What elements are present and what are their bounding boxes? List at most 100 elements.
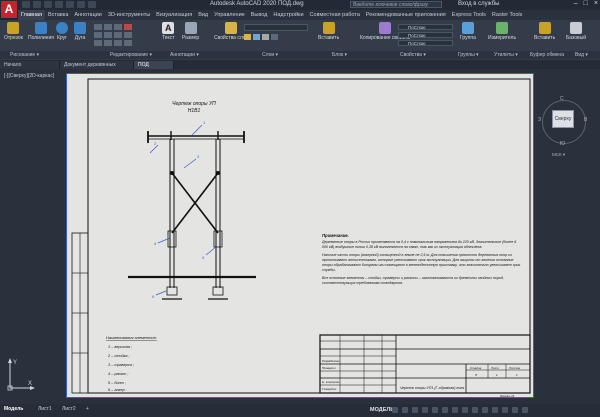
maximize-button[interactable]: □ <box>584 0 588 7</box>
line-button[interactable]: Отрезок <box>4 22 23 41</box>
save-icon[interactable] <box>44 1 52 8</box>
viewcube[interactable]: С Ю З В Сверху МСК ▾ <box>538 96 590 157</box>
erase-icon[interactable] <box>124 24 132 30</box>
otrack-icon[interactable] <box>442 407 448 413</box>
panel-groups[interactable]: Группы ▾ <box>458 52 479 58</box>
polar-icon[interactable] <box>422 407 428 413</box>
panel-draw[interactable]: Рисование ▾ <box>10 52 39 58</box>
signin-button[interactable]: Вход в службы <box>458 1 500 7</box>
customize-menu-icon[interactable] <box>522 407 528 413</box>
snap-icon[interactable] <box>402 407 408 413</box>
insert-block-button[interactable]: Вставить <box>318 22 339 41</box>
isolate-icon[interactable] <box>492 407 498 413</box>
compass-east[interactable]: В <box>584 117 587 123</box>
compass-west[interactable]: З <box>538 117 541 123</box>
panel-modify[interactable]: Редактирование ▾ <box>110 52 152 58</box>
text-button[interactable]: A Текст <box>162 22 175 41</box>
drawing-sheet[interactable]: Чертеж опоры УП Н1В1 1 2 3 4 5 6 Примеча… <box>66 73 534 398</box>
arc-button[interactable]: Дуга <box>74 22 86 41</box>
panel-block[interactable]: Блок ▾ <box>332 52 347 58</box>
layer-freeze-icon[interactable] <box>253 34 260 40</box>
ribbon-tab-output[interactable]: Вывод <box>248 10 271 20</box>
group-button[interactable]: Группа <box>460 22 476 41</box>
measure-button[interactable]: Измеритель <box>488 22 516 41</box>
panel-layers[interactable]: Слои ▾ <box>262 52 278 58</box>
layer-match-icon[interactable] <box>271 34 278 40</box>
mirror-icon[interactable] <box>104 32 112 38</box>
ribbon-tab-render[interactable]: Визуализация <box>153 10 195 20</box>
fillet-icon[interactable] <box>114 32 122 38</box>
ribbon-tab-home[interactable]: Главная <box>18 10 45 20</box>
compass-south[interactable]: Ю <box>560 141 565 147</box>
add-layout-button[interactable]: + <box>86 406 89 412</box>
base-view-button[interactable]: Базовый <box>566 22 586 41</box>
layout-tab-sheet1[interactable]: Лист1 <box>38 406 52 412</box>
panel-annotation[interactable]: Аннотации ▾ <box>170 52 199 58</box>
redo-icon[interactable] <box>88 1 96 8</box>
annotation-scale-icon[interactable] <box>472 407 478 413</box>
linetype-dropdown[interactable]: ПоСлою <box>398 40 453 46</box>
model-space-toggle[interactable]: МОДЕЛЬ <box>370 407 394 413</box>
stretch-icon[interactable] <box>94 40 102 46</box>
ribbon-tab-3d[interactable]: 3D-инструменты <box>105 10 153 20</box>
hardware-accel-icon[interactable] <box>502 407 508 413</box>
copy-icon[interactable] <box>94 32 102 38</box>
grid-icon[interactable] <box>392 407 398 413</box>
viewcube-face-top[interactable]: Сверху <box>552 110 574 128</box>
viewport-controls[interactable]: [-][Сверху][2D-каркас] <box>4 73 54 79</box>
lineweight-dropdown[interactable]: ПоСлою <box>398 32 453 38</box>
move-icon[interactable] <box>94 24 102 30</box>
array-icon[interactable] <box>114 40 122 46</box>
quick-access-toolbar[interactable] <box>22 1 96 9</box>
app-logo-button[interactable]: A <box>1 1 17 18</box>
rotate-icon[interactable] <box>104 24 112 30</box>
osnap-icon[interactable] <box>432 407 438 413</box>
tab-pod[interactable]: ПОД <box>134 61 174 69</box>
dimension-button[interactable]: Размер <box>182 22 199 41</box>
saveas-icon[interactable] <box>55 1 63 8</box>
color-dropdown[interactable]: ПоСлою <box>398 24 453 30</box>
panel-view[interactable]: Вид ▾ <box>575 52 588 58</box>
ortho-icon[interactable] <box>412 407 418 413</box>
ribbon-tab-addins[interactable]: Надстройки <box>270 10 306 20</box>
ribbon-tab-annotate[interactable]: Аннотации <box>71 10 105 20</box>
panel-utilities[interactable]: Утилиты ▾ <box>494 52 518 58</box>
ribbon-tab-collaborate[interactable]: Совместная работа <box>307 10 363 20</box>
layout-tab-sheet2[interactable]: Лист2 <box>62 406 76 412</box>
layout-tab-model[interactable]: Модель <box>4 406 23 412</box>
close-button[interactable]: × <box>594 0 598 7</box>
undo-icon[interactable] <box>77 1 85 8</box>
clean-screen-icon[interactable] <box>512 407 518 413</box>
stamp-value-sheets: 1 <box>516 373 518 377</box>
wcs-dropdown[interactable]: МСК ▾ <box>552 152 565 158</box>
explode-icon[interactable] <box>124 32 132 38</box>
workspace-gear-icon[interactable] <box>482 407 488 413</box>
print-icon[interactable] <box>66 1 74 8</box>
open-icon[interactable] <box>33 1 41 8</box>
lineweight-icon[interactable] <box>452 407 458 413</box>
ribbon-tab-raster[interactable]: Raster Tools <box>489 10 525 20</box>
polyline-button[interactable]: Полилиния <box>28 22 54 41</box>
transparency-icon[interactable] <box>462 407 468 413</box>
panel-properties[interactable]: Свойства ▾ <box>400 52 426 58</box>
offset-icon[interactable] <box>124 40 132 46</box>
paste-button[interactable]: Вставить <box>534 22 555 41</box>
layer-dropdown[interactable] <box>244 24 308 31</box>
panel-clipboard[interactable]: Буфер обмена <box>530 52 564 58</box>
compass-north[interactable]: С <box>560 96 564 102</box>
ribbon-tab-view[interactable]: Вид <box>195 10 211 20</box>
ribbon-tab-manage[interactable]: Управление <box>211 10 248 20</box>
trim-icon[interactable] <box>114 24 122 30</box>
scale-icon[interactable] <box>104 40 112 46</box>
minimize-button[interactable]: – <box>574 0 578 7</box>
ribbon-tab-express[interactable]: Express Tools <box>449 10 489 20</box>
layer-lock-icon[interactable] <box>262 34 269 40</box>
layer-on-icon[interactable] <box>244 34 251 40</box>
new-icon[interactable] <box>22 1 30 8</box>
tab-start[interactable]: Начало <box>0 61 60 69</box>
ribbon-tab-featured[interactable]: Рекомендованные приложения <box>363 10 449 20</box>
tab-document[interactable]: Документ деревянных опор* <box>60 61 134 76</box>
ribbon-tab-insert[interactable]: Вставка <box>45 10 71 20</box>
search-input[interactable]: Введите ключевое слово/фразу <box>350 1 442 8</box>
circle-button[interactable]: Круг <box>56 22 68 41</box>
